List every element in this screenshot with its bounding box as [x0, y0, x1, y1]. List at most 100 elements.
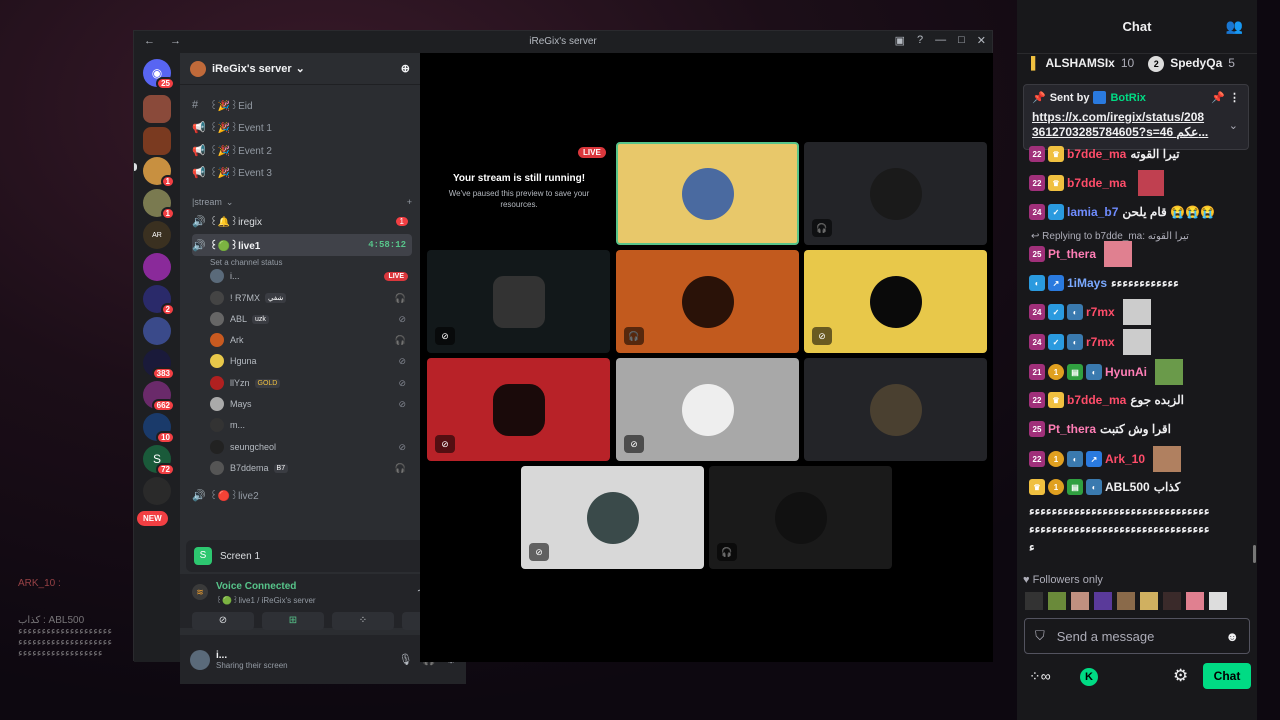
server-icon[interactable]: 2 [143, 285, 175, 316]
screen-share-panel[interactable]: SScreen 1⊠ [186, 540, 456, 572]
voice-user[interactable]: llYzn GOLD ⊘ [210, 373, 412, 393]
unpin-icon[interactable]: 📌 [1211, 91, 1225, 104]
discord-home-icon[interactable]: ◉ 25 [143, 59, 175, 90]
chat-username[interactable]: b7dde_ma [1067, 176, 1126, 190]
video-tile[interactable]: ⊘ [427, 358, 610, 461]
channel-event3[interactable]: 📢 ꒰🎉꒱Event 3 [192, 162, 412, 182]
users-icon[interactable]: 👥 [1226, 18, 1243, 35]
voice-user[interactable]: i... LIVE [210, 266, 412, 286]
voice-user[interactable]: Hguna ⊘ [210, 351, 412, 371]
points-icon[interactable]: ⁘∞ [1029, 668, 1051, 685]
chat-username[interactable]: HyunAi [1105, 365, 1147, 379]
emote[interactable] [1186, 592, 1204, 610]
scrollbar[interactable] [1253, 545, 1256, 563]
pinned-message[interactable]: 📌 Sent by BotRix 📌 ⋮ https://x.com/iregi… [1023, 84, 1249, 150]
server-icon[interactable]: 1 [143, 157, 175, 188]
chat-message[interactable]: 25 Pt_thera اقرا وش كتبت [1029, 418, 1247, 440]
chat-message[interactable]: 24 ✓ lamia_b7 قام يلحن 😭😭😭 [1029, 201, 1247, 223]
voice-user[interactable]: Mays ⊘ [210, 394, 412, 414]
add-channel-icon[interactable]: + [407, 197, 412, 207]
chat-message[interactable]: 24 ✓ ◐ r7mx [1029, 299, 1247, 325]
kick-icon[interactable]: K [1080, 668, 1098, 686]
voice-user[interactable]: ! R7MX شفي 🎧 [210, 288, 412, 308]
camera-off-button[interactable]: ⊘ [192, 612, 254, 630]
chat-username[interactable]: b7dde_ma [1067, 147, 1126, 161]
server-icon[interactable]: 383 [143, 349, 175, 380]
video-tile[interactable] [804, 358, 987, 461]
emote[interactable] [1140, 592, 1158, 610]
video-tile[interactable]: ⊘ [616, 358, 799, 461]
emote[interactable] [1209, 592, 1227, 610]
server-icon[interactable] [143, 253, 171, 281]
chat-message[interactable]: 25 Pt_thera [1029, 241, 1247, 267]
chat-username[interactable]: 1iMays [1067, 276, 1107, 290]
server-icon[interactable] [143, 477, 171, 505]
chat-message[interactable]: 22 1 ◐ ↗ Ark_10 [1029, 446, 1247, 472]
server-icon[interactable]: S 72 [143, 445, 175, 476]
voice-connected-channel[interactable]: ꒰🟢꒱live1 / iReGix's server [216, 594, 316, 605]
video-tile[interactable]: ⊘ [804, 250, 987, 353]
server-icon[interactable]: 662 [143, 381, 175, 412]
video-tile[interactable]: 🎧 [616, 250, 799, 353]
video-tile[interactable]: ⊘ [427, 250, 610, 353]
gifter-name[interactable]: ALSHAMSIx [1046, 56, 1115, 72]
activities-button[interactable]: ⁘ [332, 612, 394, 630]
message-input[interactable]: ⛉ Send a message ☻ [1024, 618, 1250, 654]
voice-user[interactable]: B7ddema B7 🎧 [210, 458, 412, 478]
screen-share-button[interactable]: ⊞ [262, 612, 324, 630]
minimize-button[interactable]: — [935, 34, 946, 47]
emote[interactable] [1163, 592, 1181, 610]
pin-link[interactable]: 3612703285784605?s=46 عكم... [1032, 125, 1240, 140]
pin-bot-name[interactable]: BotRix [1110, 92, 1145, 104]
new-badge[interactable]: NEW [137, 511, 168, 526]
microphone-icon[interactable]: 🎙 [398, 653, 412, 666]
pin-link[interactable]: https://x.com/iregix/status/208 [1032, 110, 1240, 125]
server-icon[interactable]: 1 [143, 189, 175, 220]
category-stream[interactable]: |stream ⌄ + [192, 192, 412, 212]
chat-message[interactable]: 22 ♛ b7dde_ma [1029, 170, 1247, 196]
emoji-icon[interactable]: ☻ [1225, 629, 1239, 644]
voice-user[interactable]: Ark 🎧 [210, 330, 412, 350]
voice-user[interactable]: ABL uzk ⊘ [210, 309, 412, 329]
spam-message[interactable]: ﺀﺀﺀﺀﺀﺀﺀﺀﺀﺀﺀﺀﺀﺀﺀﺀﺀﺀﺀﺀﺀﺀﺀﺀﺀﺀﺀﺀﺀﺀﺀﺀ ﺀﺀﺀﺀﺀﺀﺀ… [1029, 502, 1243, 556]
chat-message[interactable]: ♛ 1 ▤ ◐ ABL500 كذاب [1029, 476, 1247, 498]
emote[interactable] [1117, 592, 1135, 610]
server-header[interactable]: iReGix's server ⌄ ⊕ [180, 53, 420, 85]
gear-icon[interactable]: ⚙ [1173, 666, 1188, 686]
server-icon[interactable] [143, 317, 171, 345]
chat-message[interactable]: ◐ ↗ 1iMays ﺀﺀﺀﺀﺀﺀﺀﺀﺀﺀﺀﺀ [1029, 272, 1247, 294]
server-icon[interactable] [143, 95, 171, 123]
gifter-name[interactable]: SpedyQa [1170, 56, 1222, 72]
signal-icon[interactable]: ≋ [192, 584, 208, 600]
chat-send-button[interactable]: Chat [1203, 663, 1251, 689]
inbox-icon[interactable]: ▣ [895, 34, 905, 47]
chat-username[interactable]: Pt_thera [1048, 247, 1096, 261]
chat-username[interactable]: r7mx [1086, 305, 1115, 319]
server-icon[interactable]: AR [143, 221, 171, 249]
video-tile[interactable]: 🎧 [804, 142, 987, 245]
emote[interactable] [1094, 592, 1112, 610]
emote[interactable] [1025, 592, 1043, 610]
video-tile[interactable]: 🎧 [709, 466, 892, 569]
emote[interactable] [1048, 592, 1066, 610]
chat-username[interactable]: Ark_10 [1105, 452, 1145, 466]
voice-channel-live1[interactable]: 🔊 ꒰🟢꒱live1 4:58:12 [192, 234, 412, 256]
chat-message[interactable]: 21 1 ▤ ◐ HyunAi [1029, 359, 1247, 385]
emote[interactable] [1071, 592, 1089, 610]
server-icon[interactable]: 10 [143, 413, 175, 444]
maximize-button[interactable]: □ [958, 34, 965, 47]
chat-username[interactable]: lamia_b7 [1067, 205, 1118, 219]
chat-username[interactable]: b7dde_ma [1067, 393, 1126, 407]
voice-channel-live2[interactable]: 🔊 ꒰🔴꒱live2 [192, 485, 412, 505]
chat-username[interactable]: ABL500 [1105, 480, 1150, 494]
voice-user[interactable]: m... [210, 415, 412, 435]
close-button[interactable]: ✕ [977, 34, 986, 47]
chat-message[interactable]: 24 ✓ ◐ r7mx [1029, 329, 1247, 355]
more-icon[interactable]: ⋮ [1229, 91, 1240, 104]
chat-username[interactable]: r7mx [1086, 335, 1115, 349]
avatar[interactable] [190, 649, 210, 670]
voice-channel-iregix[interactable]: 🔊 ꒰🔔꒱iregix 1 [192, 211, 412, 231]
help-icon[interactable]: ? [917, 34, 923, 47]
chat-message[interactable]: 22 ♛ b7dde_ma الزبده جوع [1029, 389, 1247, 411]
server-icon[interactable] [143, 127, 171, 155]
